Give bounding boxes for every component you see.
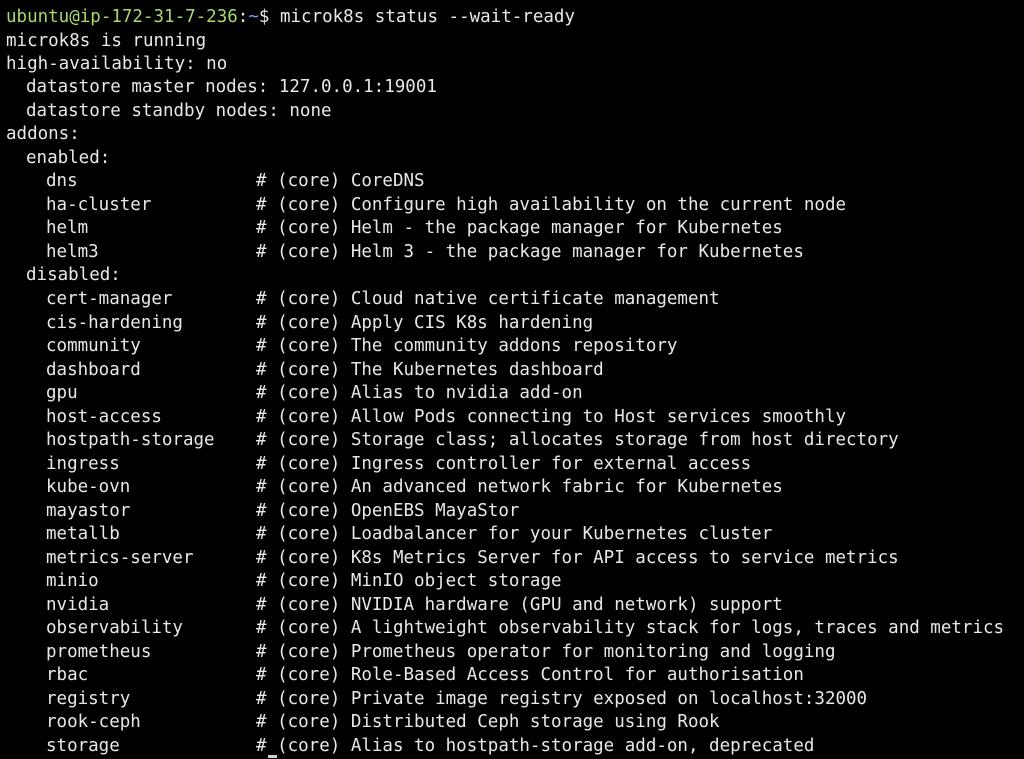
- addon-name: storage: [46, 735, 120, 756]
- addon-description: # (core) OpenEBS MayaStor: [256, 500, 520, 521]
- addon-name: metrics-server: [46, 547, 194, 568]
- addon-name: host-access: [46, 406, 162, 427]
- addon-name: registry: [46, 688, 131, 709]
- addon-description: # (core) MinIO object storage: [256, 571, 562, 591]
- status-standby-nodes: datastore standby nodes: none: [26, 101, 332, 121]
- addon-description: # (core) The Kubernetes dashboard: [256, 359, 604, 380]
- addon-name: dashboard: [46, 359, 141, 380]
- addon-row: gpu # (core) Alias to nvidia add-on: [46, 382, 583, 405]
- addon-description: # (core) NVIDIA hardware (GPU and networ…: [256, 594, 783, 615]
- addon-description: # (core) Cloud native certificate manage…: [256, 289, 720, 309]
- addon-description: # (core) Storage class; allocates storag…: [256, 430, 899, 450]
- addon-name: rbac: [46, 665, 89, 685]
- addon-row: storage # (core) Alias to hostpath-storag…: [46, 735, 814, 758]
- addon-row: metrics-server # (core) K8s Metrics Serve…: [46, 547, 899, 570]
- addon-description: # (core) Helm 3 - the package manager fo…: [256, 241, 804, 262]
- addon-row: nvidia # (core) NVIDIA hardware (GPU and …: [46, 594, 783, 617]
- addon-description: # (core) Allow Pods connecting to Host s…: [256, 406, 847, 427]
- addon-description: # (core) Helm - the package manager for …: [256, 218, 783, 238]
- addon-row: ha-cluster # (core) Configure high availa…: [46, 194, 846, 217]
- addon-row: prometheus # (core) Prometheus operator f…: [46, 641, 835, 664]
- addon-description: # (core) Private image registry exposed …: [256, 688, 868, 709]
- addon-row: minio # (core) MinIO object storage: [46, 570, 562, 593]
- addon-row: mayastor # (core) OpenEBS MayaStor: [46, 500, 519, 523]
- status-ha: high-availability: no: [6, 54, 228, 74]
- addon-description: # (core) Prometheus operator for monitor…: [256, 641, 836, 662]
- addon-row: kube-ovn # (core) An advanced network fab…: [46, 476, 783, 499]
- addons-header: addons:: [6, 124, 80, 144]
- addon-description: # (core) Role-Based Access Control for a…: [256, 665, 804, 685]
- status-master-nodes: datastore master nodes: 127.0.0.1:19001: [26, 77, 437, 97]
- addon-description: # (core) Alias to nvidia add-on: [256, 383, 583, 403]
- addon-row: helm # (core) Helm - the package manager …: [46, 217, 783, 240]
- prompt-symbol: $: [258, 7, 280, 27]
- addon-row: metallb # (core) Loadbalancer for your Ku…: [46, 523, 772, 546]
- addon-row: hostpath-storage # (core) Storage class; …: [46, 429, 899, 452]
- addon-row: rook-ceph # (core) Distributed Ceph stora…: [46, 711, 720, 734]
- addon-name: mayastor: [46, 500, 131, 521]
- addon-row: dashboard # (core) The Kubernetes dashboa…: [46, 359, 604, 382]
- addon-name: prometheus: [46, 641, 152, 662]
- addon-name: hostpath-storage: [46, 430, 215, 450]
- addon-name: nvidia: [46, 594, 110, 615]
- addon-name: observability: [46, 618, 183, 638]
- addon-row: registry # (core) Private image registry …: [46, 688, 867, 711]
- addon-name: helm: [46, 218, 89, 238]
- enabled-header: enabled:: [26, 148, 111, 168]
- addon-row: dns # (core) CoreDNS: [46, 170, 425, 193]
- prompt-path: ~: [248, 7, 259, 27]
- addon-description: # (core) The community addons repository: [256, 336, 678, 356]
- addon-row: rbac # (core) Role-Based Access Control f…: [46, 664, 804, 687]
- addon-name: ingress: [46, 453, 120, 474]
- addon-row: cis-hardening # (core) Apply CIS K8s hard…: [46, 312, 593, 335]
- addon-row: host-access # (core) Allow Pods connectin…: [46, 406, 846, 429]
- addon-description: # (core) Distributed Ceph storage using …: [256, 712, 720, 732]
- addon-row: observability # (core) A lightweight obse…: [46, 617, 1004, 640]
- prompt-line: ubuntu@ip-172-31-7-236:~$ microk8s statu…: [6, 6, 575, 29]
- addon-name: kube-ovn: [46, 477, 131, 497]
- terminal-cursor: [268, 755, 277, 758]
- addon-description: # (core) Alias to hostpath-storage add-o…: [256, 735, 815, 756]
- addon-description: # (core) Configure high availability on …: [256, 194, 847, 215]
- addon-name: cis-hardening: [46, 312, 183, 333]
- prompt-user-host: ubuntu@ip-172-31-7-236: [6, 7, 238, 27]
- status-running: microk8s is running: [6, 31, 207, 51]
- addon-description: # (core) CoreDNS: [256, 171, 425, 191]
- addon-name: gpu: [46, 383, 78, 403]
- addon-row: community # (core) The community addons r…: [46, 335, 677, 358]
- disabled-header: disabled:: [26, 265, 121, 285]
- addon-row: ingress # (core) Ingress controller for e…: [46, 453, 751, 476]
- addon-name: metallb: [46, 524, 120, 544]
- addon-row: cert-manager # (core) Cloud native certif…: [46, 288, 720, 311]
- addon-description: # (core) Apply CIS K8s hardening: [256, 312, 594, 333]
- addon-name: dns: [46, 171, 78, 191]
- addon-name: helm3: [46, 241, 99, 262]
- addon-name: ha-cluster: [46, 194, 152, 215]
- addon-row: helm3 # (core) Helm 3 - the package manag…: [46, 241, 804, 264]
- prompt-separator: :: [237, 7, 249, 27]
- addon-description: # (core) A lightweight observability sta…: [256, 618, 1005, 638]
- addon-description: # (core) Ingress controller for external…: [256, 453, 752, 474]
- addon-name: minio: [46, 571, 99, 591]
- addon-description: # (core) An advanced network fabric for …: [256, 477, 783, 497]
- addon-description: # (core) Loadbalancer for your Kubernete…: [256, 524, 773, 544]
- addon-name: cert-manager: [46, 289, 173, 309]
- addon-name: rook-ceph: [46, 712, 141, 732]
- terminal-window[interactable]: ubuntu@ip-172-31-7-236:~$ microk8s statu…: [0, 0, 1024, 759]
- command-text: microk8s status --wait-ready: [279, 7, 575, 27]
- addon-description: # (core) K8s Metrics Server for API acce…: [256, 547, 899, 568]
- addon-name: community: [46, 336, 141, 356]
